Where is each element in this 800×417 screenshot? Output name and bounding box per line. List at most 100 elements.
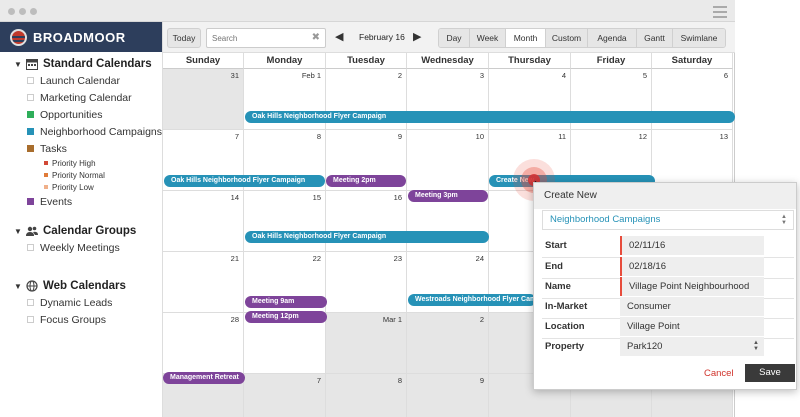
view-tab-day[interactable]: Day [439,29,470,47]
calendar-item-launch[interactable]: Launch Calendar [0,72,163,89]
standard-calendars-header[interactable]: ▼ Standard Calendars [0,56,163,72]
calendar-item-tasks[interactable]: Tasks [0,140,163,157]
event-meeting-9am[interactable]: Meeting 9am [245,296,327,308]
web-calendars-header[interactable]: ▼ Web Calendars [0,278,163,294]
day-number: 12 [638,132,647,141]
event-oak-hills[interactable]: Oak Hills Neighborhood Flyer Campaign [245,231,489,243]
start-date-field[interactable]: 02/11/16 [620,236,764,255]
day-number: 10 [475,132,484,141]
day-number: 31 [230,71,239,80]
today-button[interactable]: Today [167,28,201,48]
checkbox[interactable] [27,94,34,101]
toolbar: Today ✖ ◀ February 16 ▶ Day Week Month C… [163,22,735,53]
color-swatch[interactable] [27,198,34,205]
priority-item[interactable]: Priority Normal [0,169,163,181]
calendar-item-weekly[interactable]: Weekly Meetings [0,239,163,256]
checkbox[interactable] [27,77,34,84]
color-swatch[interactable] [27,145,34,152]
field-label: Property [545,341,585,352]
window-control-icon[interactable] [8,8,15,15]
view-tab-agenda[interactable]: Agenda [588,29,637,47]
collapse-caret-icon[interactable]: ▼ [14,282,26,291]
calendar-select-value: Neighborhood Campaigns [550,214,661,225]
in-market-field[interactable]: Consumer [620,297,764,316]
priority-item[interactable]: Priority Low [0,181,163,193]
day-number: Mar 1 [382,315,402,324]
view-tab-swimlane[interactable]: Swimlane [673,29,725,47]
globe-icon [26,280,38,292]
day-of-week-header: Friday [571,53,652,69]
users-icon [26,225,38,237]
day-cell[interactable]: 23 [326,252,407,313]
field-label: In-Market [545,301,588,312]
window-control-icon[interactable] [30,8,37,15]
event-westroads[interactable]: Westroads Neighborhood Flyer Campaign [408,294,536,306]
day-cell[interactable]: 8 [326,374,407,417]
color-swatch [44,173,48,177]
group-title: Standard Calendars [43,58,152,70]
calendar-select[interactable]: Neighborhood Campaigns ▲ ▼ [542,210,794,230]
calendar-item-neighborhood[interactable]: Neighborhood Campaigns [0,123,163,140]
window-control-icon[interactable] [19,8,26,15]
calendar-item-marketing[interactable]: Marketing Calendar [0,89,163,106]
day-number: 15 [312,193,321,202]
end-date-field[interactable]: 02/18/16 [620,257,764,276]
priority-item[interactable]: Priority High [0,157,163,169]
checkbox[interactable] [27,244,34,251]
cancel-button[interactable]: Cancel [704,368,734,379]
view-tab-custom[interactable]: Custom [546,29,588,47]
select-arrows-icon: ▲ ▼ [753,340,759,352]
day-cell[interactable]: Mar 1 [326,313,407,374]
day-number: 28 [230,315,239,324]
day-number: 2 [479,315,484,324]
view-tab-gantt[interactable]: Gantt [637,29,673,47]
event-meeting-3pm[interactable]: Meeting 3pm [408,190,488,202]
calendar-item-opportunities[interactable]: Opportunities [0,106,163,123]
event-meeting-12pm[interactable]: Meeting 12pm [245,311,327,323]
calendar-item-events[interactable]: Events [0,193,163,210]
day-cell[interactable]: 9 [407,374,489,417]
day-number: 11 [558,132,566,141]
calendar-item-focus-groups[interactable]: Focus Groups [0,311,163,328]
event-oak-hills[interactable]: Oak Hills Neighborhood Flyer Campaign [245,111,735,123]
view-tab-week[interactable]: Week [470,29,506,47]
calendar-item-label: Weekly Meetings [40,241,120,254]
day-cell[interactable]: 10 [407,130,489,191]
property-row: Property Park120 ▲ ▼ [542,337,794,357]
day-of-week-header: Thursday [489,53,571,69]
collapse-caret-icon[interactable]: ▼ [14,227,26,236]
calendar-groups-header[interactable]: ▼ Calendar Groups [0,223,163,239]
day-cell[interactable]: 2 [407,313,489,374]
day-cell[interactable]: 28 [163,313,244,374]
clear-search-icon[interactable]: ✖ [312,32,320,43]
event-meeting-2pm[interactable]: Meeting 2pm [326,175,406,187]
view-switcher: Day Week Month Custom Agenda Gantt Swiml… [438,28,726,48]
next-arrow-icon[interactable]: ▶ [413,30,421,43]
calendar-item-dynamic-leads[interactable]: Dynamic Leads [0,294,163,311]
name-field[interactable]: Village Point Neighbourhood [620,277,764,296]
day-number: Feb 1 [301,71,321,80]
color-swatch[interactable] [27,128,34,135]
event-management-retreat[interactable]: Management Retreat [163,372,245,384]
day-cell[interactable]: 31 [163,69,244,130]
color-swatch[interactable] [27,111,34,118]
search-input[interactable] [207,29,307,47]
hamburger-menu-icon[interactable] [713,6,727,21]
prev-arrow-icon[interactable]: ◀ [335,30,343,43]
brand-header: BROADMOOR [0,22,162,52]
checkbox[interactable] [27,299,34,306]
checkbox[interactable] [27,316,34,323]
view-tab-month[interactable]: Month [506,29,546,47]
day-cell[interactable]: 14 [163,191,244,252]
collapse-caret-icon[interactable]: ▼ [14,60,26,69]
property-select[interactable]: Park120 ▲ ▼ [620,337,764,356]
event-oak-hills[interactable]: Oak Hills Neighborhood Flyer Campaign [164,175,325,187]
field-label: Start [545,240,567,251]
day-of-week-header: Saturday [652,53,733,69]
day-number: 3 [479,71,484,80]
day-number: 9 [479,376,484,385]
location-field[interactable]: Village Point [620,317,764,336]
day-cell[interactable]: 7 [244,374,326,417]
day-cell[interactable]: 21 [163,252,244,313]
save-button[interactable]: Save [745,364,795,382]
